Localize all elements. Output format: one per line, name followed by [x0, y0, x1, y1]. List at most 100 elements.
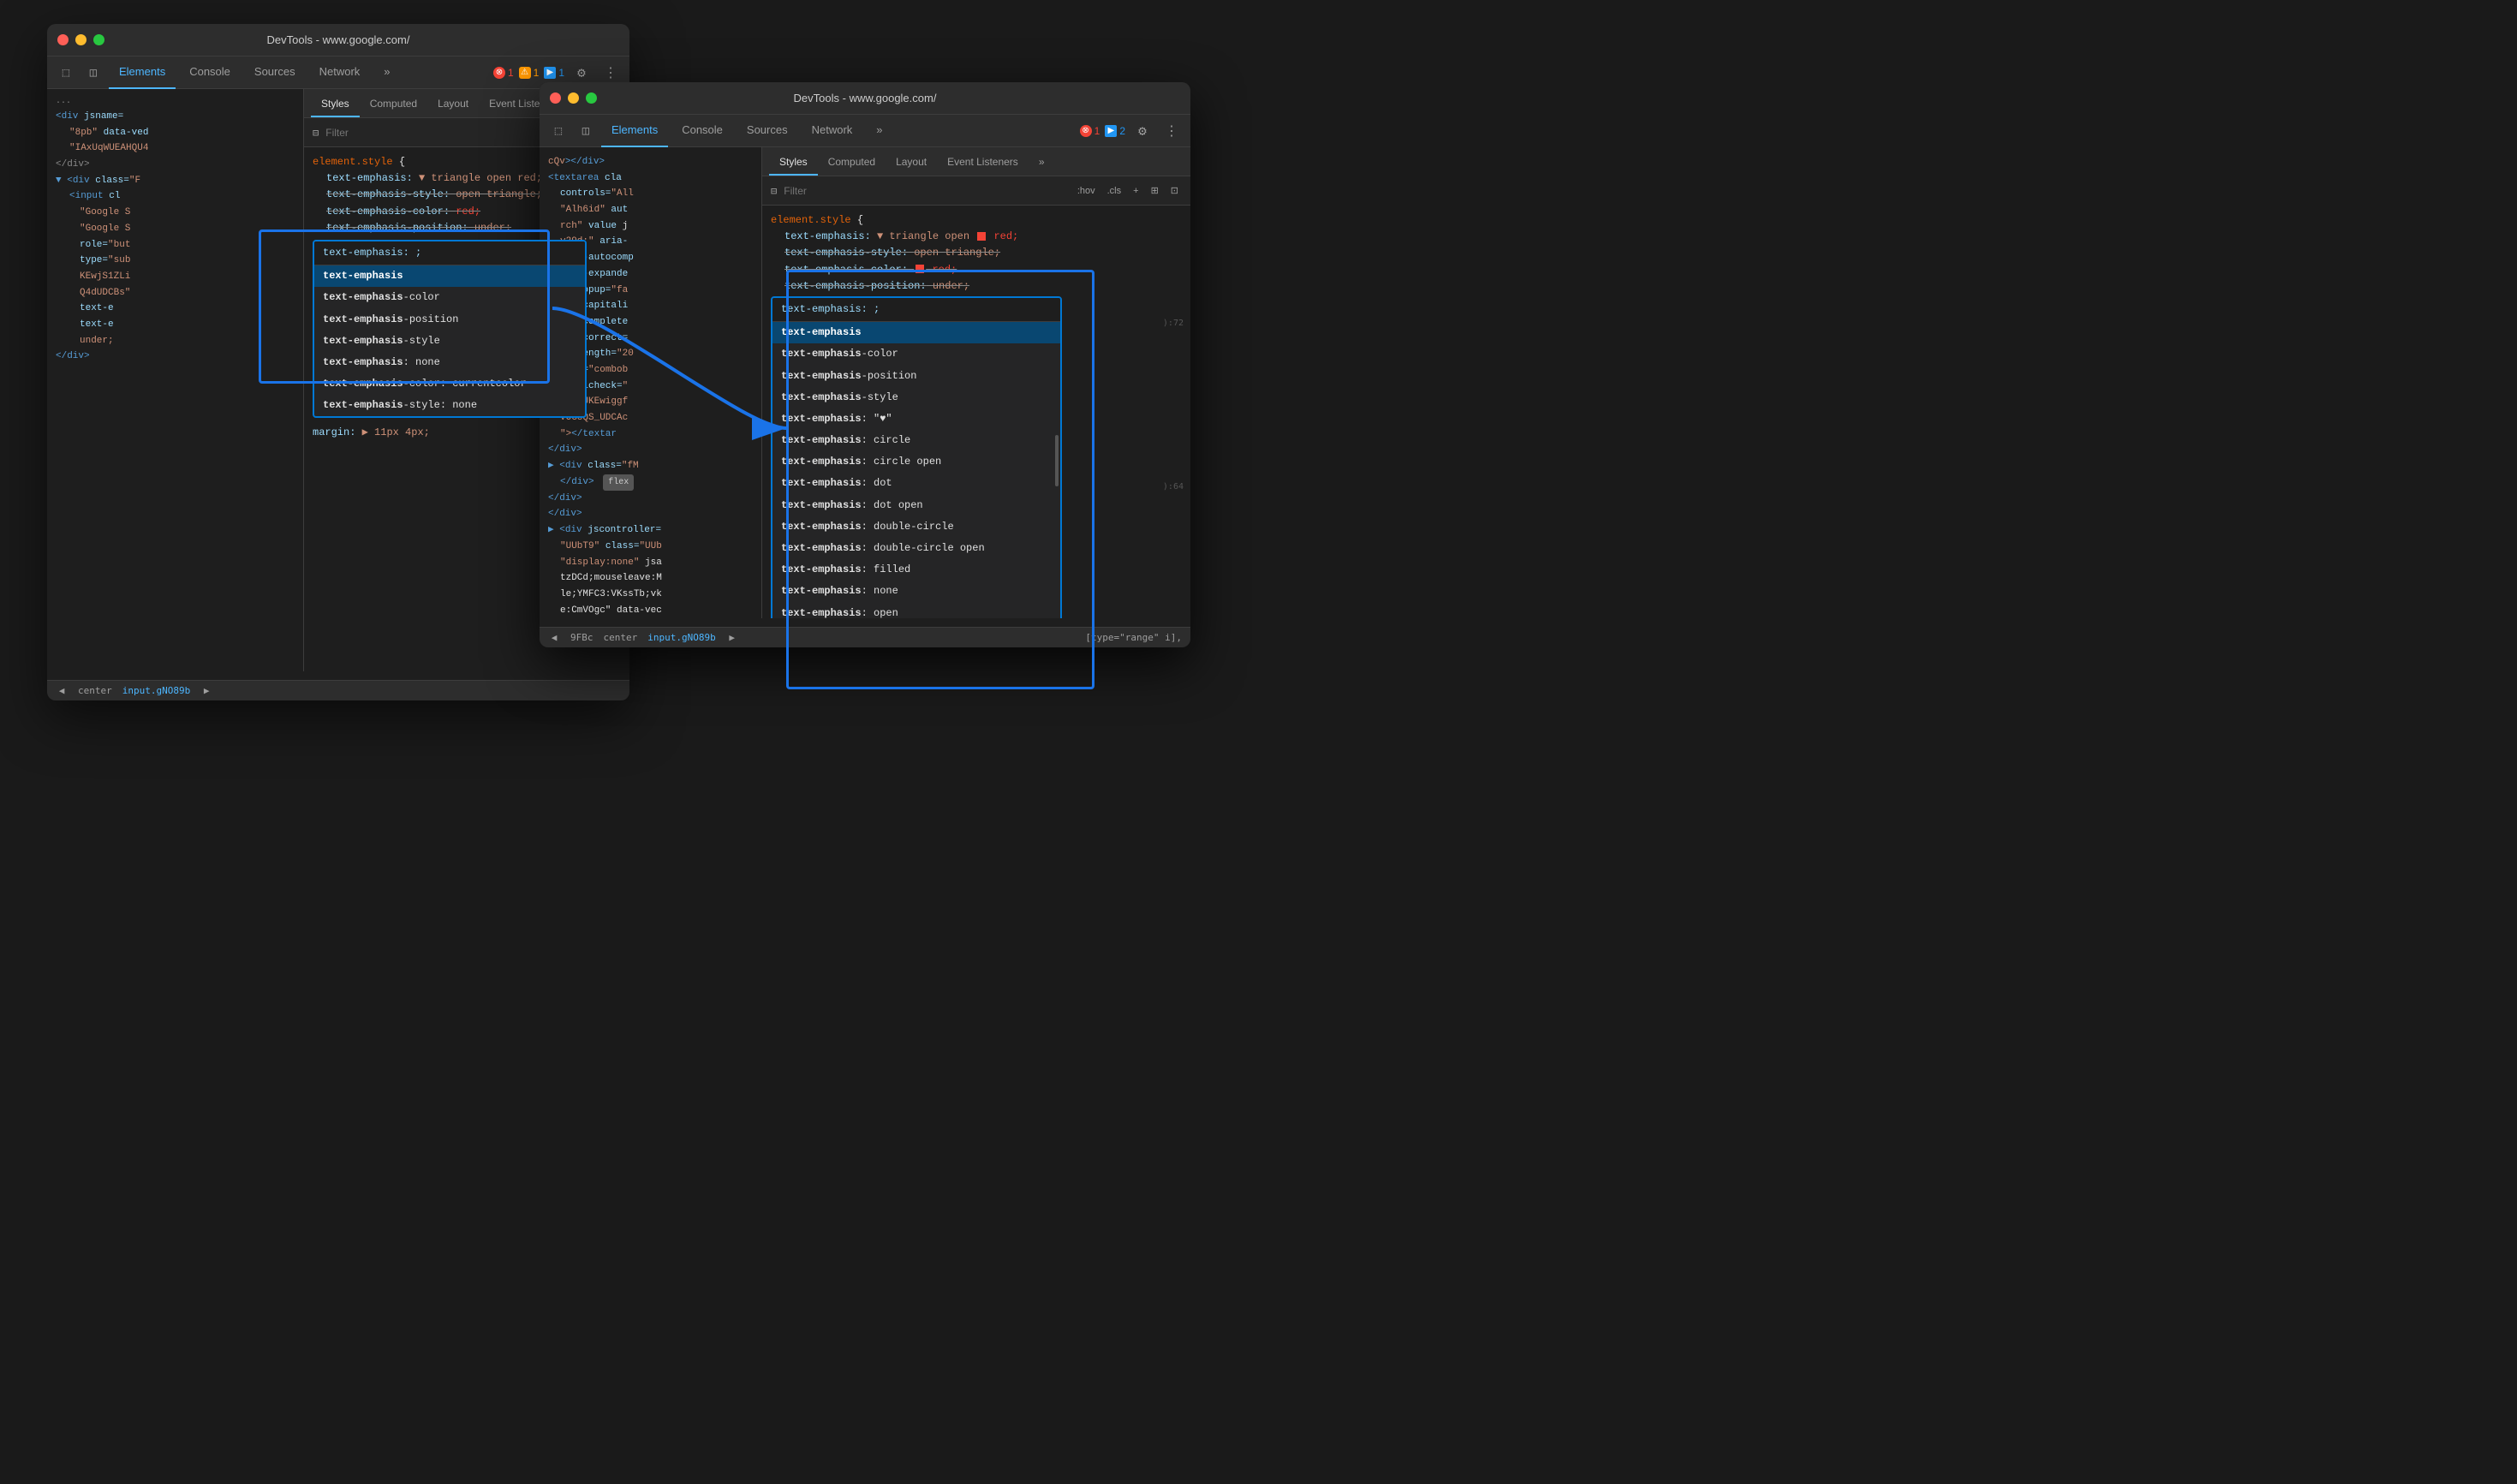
tab-elements-front[interactable]: Elements: [601, 115, 668, 147]
nav-left-back[interactable]: ◀: [56, 685, 68, 697]
more-icon-front[interactable]: ⋮: [1160, 119, 1184, 143]
html-line-front: tzDCd;mouseleave:M: [548, 570, 753, 587]
back-autocomplete-item-2[interactable]: text-emphasis-position: [314, 309, 585, 331]
html-line-front: </div>: [548, 506, 753, 522]
front-autocomplete-item-8[interactable]: text-emphasis: dot open: [772, 495, 1060, 516]
close-button-front[interactable]: [550, 92, 561, 104]
back-autocomplete-item-1[interactable]: text-emphasis-color: [314, 287, 585, 308]
tab-elements-back[interactable]: Elements: [109, 57, 176, 89]
plus-badge-front[interactable]: +: [1130, 185, 1142, 197]
back-autocomplete-item-0[interactable]: text-emphasis: [314, 265, 585, 287]
maximize-button-front[interactable]: [586, 92, 597, 104]
front-autocomplete-item-3[interactable]: text-emphasis-style: [772, 387, 1060, 408]
front-autocomplete-item-13[interactable]: text-emphasis: open: [772, 603, 1060, 618]
minimize-button-front[interactable]: [568, 92, 579, 104]
info-badge-front: ▶ 2: [1105, 125, 1125, 137]
back-html-content: ... <div jsname= "8pb" data-ved "IAxUqWU…: [47, 89, 303, 370]
html-line: "Google S: [56, 221, 295, 237]
html-line: text-e: [56, 317, 295, 333]
back-window-title: DevTools - www.google.com/: [267, 33, 410, 46]
back-filter-input[interactable]: [325, 127, 546, 139]
cursor-icon[interactable]: ⬚: [54, 61, 78, 85]
html-line: under;: [56, 333, 295, 349]
html-line: "8pb" data-ved: [56, 125, 295, 141]
front-autocomplete-item-7[interactable]: text-emphasis: dot: [772, 473, 1060, 494]
front-autocomplete-item-12[interactable]: text-emphasis: none: [772, 581, 1060, 602]
tab-more-front[interactable]: »: [866, 115, 892, 147]
front-tab-more[interactable]: »: [1029, 150, 1055, 176]
back-autocomplete-item-6[interactable]: text-emphasis-style: none: [314, 395, 585, 416]
front-tab-layout[interactable]: Layout: [886, 150, 937, 176]
nav-right-front[interactable]: ▶: [726, 632, 738, 644]
front-filter-bar: ⊟ :hov .cls + ⊞ ⊡: [762, 176, 1190, 206]
front-autocomplete-item-6[interactable]: text-emphasis: circle open: [772, 451, 1060, 473]
back-autocomplete-item-3[interactable]: text-emphasis-style: [314, 331, 585, 352]
front-autocomplete-item-5[interactable]: text-emphasis: circle: [772, 430, 1060, 451]
html-line-front: <textarea cla: [548, 170, 753, 187]
back-tab-layout[interactable]: Layout: [427, 92, 479, 117]
html-line: "IAxUqWUEAHQU4: [56, 140, 295, 157]
tab-network-back[interactable]: Network: [309, 57, 371, 89]
status-center-back: center: [78, 685, 112, 696]
html-line: ▼ <div class="F: [56, 173, 295, 189]
html-line: <input cl: [56, 188, 295, 205]
gear-icon-front[interactable]: ⚙: [1130, 119, 1154, 143]
color-swatch-1-front: [977, 232, 986, 241]
scroll-indicator-front: [1055, 435, 1059, 486]
more-icon-back[interactable]: ⋮: [599, 61, 623, 85]
traffic-lights-front: [550, 92, 597, 104]
computed-badge-front[interactable]: ⊞: [1148, 184, 1162, 197]
tab-network-front[interactable]: Network: [802, 115, 863, 147]
html-line-front: </div> flex: [548, 474, 753, 491]
html-line: role="but: [56, 237, 295, 253]
nav-left-front[interactable]: ◀: [548, 632, 560, 644]
gear-icon-back[interactable]: ⚙: [570, 61, 593, 85]
nav-right-back[interactable]: ▶: [200, 685, 212, 697]
front-panel-split: cQv></div> <textarea cla controls="All "…: [540, 147, 1190, 618]
front-autocomplete-item-4[interactable]: text-emphasis: "♥": [772, 408, 1060, 430]
html-line-front: </div>: [548, 442, 753, 458]
front-tab-computed[interactable]: Computed: [818, 150, 886, 176]
css-prop-3-front: text-emphasis-color: red;: [771, 262, 1182, 278]
tab-console-front[interactable]: Console: [671, 115, 733, 147]
front-tab-styles[interactable]: Styles: [769, 150, 818, 176]
back-html-panel: ... <div jsname= "8pb" data-ved "IAxUqWU…: [47, 89, 304, 671]
css-prop-1-front: text-emphasis: ▼ triangle open red;: [771, 229, 1182, 245]
html-line: KEwjS1ZLi: [56, 269, 295, 285]
tab-sources-front[interactable]: Sources: [737, 115, 798, 147]
html-line-front: "display:none" jsa: [548, 555, 753, 571]
inspect-icon-front[interactable]: ◫: [574, 119, 598, 143]
front-window-titlebar: DevTools - www.google.com/: [540, 82, 1190, 115]
inspect-icon[interactable]: ◫: [81, 61, 105, 85]
back-tab-styles[interactable]: Styles: [311, 92, 360, 117]
close-button-back[interactable]: [57, 34, 69, 45]
info-badge-back: ▶ 1: [544, 67, 564, 79]
front-autocomplete-item-9[interactable]: text-emphasis: double-circle: [772, 516, 1060, 538]
status-right-front: [type="range" i],: [1085, 632, 1182, 643]
front-autocomplete-item-2[interactable]: text-emphasis-position: [772, 366, 1060, 387]
front-autocomplete-item-0[interactable]: text-emphasis: [772, 322, 1060, 343]
hov-badge-front[interactable]: :hov: [1074, 185, 1099, 197]
front-autocomplete-item-1[interactable]: text-emphasis-color: [772, 343, 1060, 365]
cursor-icon-front[interactable]: ⬚: [546, 119, 570, 143]
back-autocomplete-header: text-emphasis: ;: [314, 241, 585, 265]
minimize-button-back[interactable]: [75, 34, 86, 45]
tab-sources-back[interactable]: Sources: [244, 57, 306, 89]
front-autocomplete-item-10[interactable]: text-emphasis: double-circle open: [772, 538, 1060, 559]
html-line-front: controls="All: [548, 186, 753, 202]
event-badge-front[interactable]: ⊡: [1167, 184, 1182, 197]
front-toolbar-badges: ⊗ 1 ▶ 2 ⚙ ⋮: [1080, 119, 1184, 143]
back-tab-computed[interactable]: Computed: [360, 92, 427, 117]
back-autocomplete-item-5[interactable]: text-emphasis-color: currentcolor: [314, 373, 585, 395]
error-badge-front: ⊗ 1: [1080, 125, 1100, 137]
back-autocomplete-item-4[interactable]: text-emphasis: none: [314, 352, 585, 373]
front-tab-event-listeners[interactable]: Event Listeners: [937, 150, 1029, 176]
front-filter-input[interactable]: [784, 185, 1067, 197]
cls-badge-front[interactable]: .cls: [1104, 185, 1125, 197]
html-line: ...: [56, 94, 295, 109]
tab-console-back[interactable]: Console: [179, 57, 241, 89]
back-window-titlebar: DevTools - www.google.com/: [47, 24, 629, 57]
maximize-button-back[interactable]: [93, 34, 104, 45]
tab-more-back[interactable]: »: [373, 57, 400, 89]
front-autocomplete-item-11[interactable]: text-emphasis: filled: [772, 559, 1060, 581]
